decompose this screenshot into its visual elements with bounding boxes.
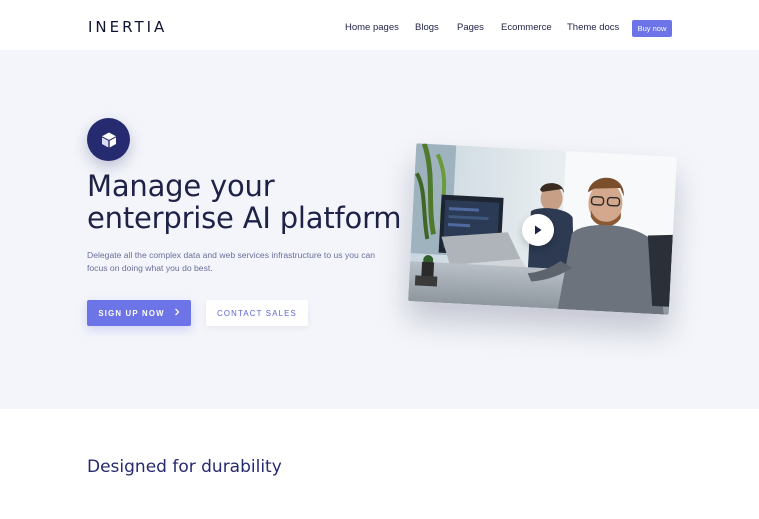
nav-pages[interactable]: Pages	[457, 20, 484, 36]
hero-section: Manage your enterprise AI platform Deleg…	[0, 50, 759, 409]
nav-ecommerce[interactable]: Ecommerce	[501, 20, 552, 36]
chevron-right-icon	[174, 308, 180, 318]
sign-up-label: SIGN UP NOW	[98, 308, 165, 318]
sign-up-button[interactable]: SIGN UP NOW	[87, 300, 191, 326]
top-navbar: INERTIA Home pages Blogs Pages Ecommerce…	[0, 0, 759, 50]
nav-home-pages[interactable]: Home pages	[345, 20, 399, 36]
play-icon	[534, 223, 542, 238]
cube-icon	[87, 118, 130, 161]
section-title: Designed for durability	[87, 457, 282, 477]
hero-title: Manage your enterprise AI platform	[87, 170, 407, 234]
nav-theme-docs[interactable]: Theme docs	[567, 20, 619, 36]
hero-title-line-2: enterprise AI platform	[87, 201, 402, 235]
contact-sales-button[interactable]: CONTACT SALES	[206, 300, 308, 326]
nav-blogs[interactable]: Blogs	[415, 20, 439, 36]
hero-title-line-1: Manage your	[87, 169, 275, 203]
hero-subtitle: Delegate all the complex data and web se…	[87, 250, 376, 273]
buy-now-button[interactable]: Buy now	[632, 20, 672, 37]
play-video-button[interactable]	[522, 214, 554, 246]
